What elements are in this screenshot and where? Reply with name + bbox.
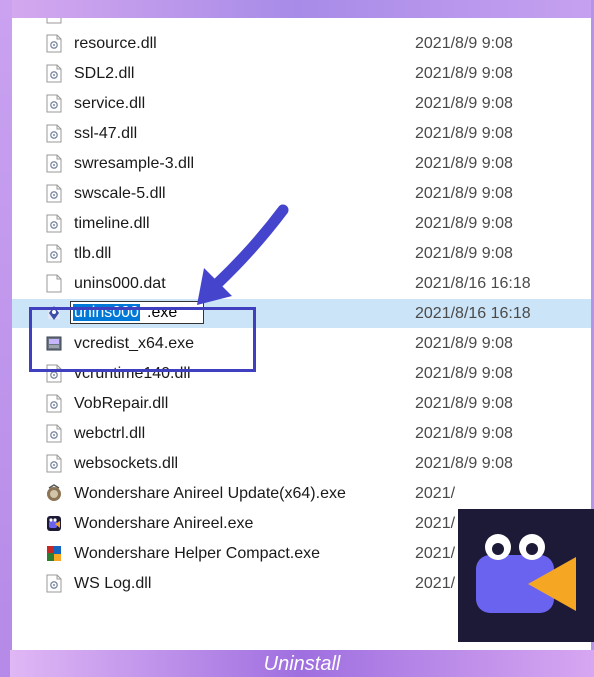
helper-exe-icon <box>47 546 61 561</box>
dll-file-icon <box>46 154 62 173</box>
file-date-modified: 2021/8/9 9:08 <box>415 125 513 142</box>
file-date-modified: 2021/ <box>415 575 456 592</box>
file-name: resource.dll <box>74 35 157 52</box>
file-date-modified: 2021/8/9 9:08 <box>415 95 513 112</box>
file-row[interactable]: webctrl.dll 2021/8/9 9:08 <box>12 419 591 448</box>
file-row[interactable]: unins000.dat 2021/8/16 16:18 <box>12 269 591 298</box>
file-row[interactable]: ssl-47.dll 2021/8/9 9:08 <box>12 119 591 148</box>
bottom-caption-bar: Uninstall <box>10 650 594 677</box>
file-row-partial[interactable] <box>12 18 591 29</box>
file-date-modified: 2021/8/9 9:08 <box>415 185 513 202</box>
file-date-modified: 2021/8/16 16:18 <box>415 305 531 322</box>
file-date-modified: 2021/8/9 9:08 <box>415 65 513 82</box>
dll-file-icon <box>46 244 62 263</box>
caption-uninstall: Uninstall <box>263 653 341 675</box>
file-name: WS Log.dll <box>74 575 152 592</box>
file-name: VobRepair.dll <box>74 395 169 412</box>
file-date-modified: 2021/8/9 9:08 <box>415 335 513 352</box>
file-row[interactable]: timeline.dll 2021/8/9 9:08 <box>12 209 591 238</box>
file-date-modified: 2021/8/9 9:08 <box>415 365 513 382</box>
file-name: SDL2.dll <box>74 65 135 82</box>
file-date-modified: 2021/ <box>415 515 456 532</box>
dll-file-icon <box>46 124 62 143</box>
anireel-camera-icon <box>476 534 576 613</box>
dll-file-icon <box>46 214 62 233</box>
anireel-app-icon <box>47 516 61 531</box>
file-date-modified: 2021/8/9 9:08 <box>415 455 513 472</box>
file-name: service.dll <box>74 95 146 112</box>
file-name: webctrl.dll <box>74 425 146 442</box>
file-date-modified: 2021/8/9 9:08 <box>415 215 513 232</box>
file-name: ssl-47.dll <box>74 125 138 142</box>
dll-file-icon <box>46 34 62 53</box>
file-row[interactable]: SDL2.dll 2021/8/9 9:08 <box>12 59 591 88</box>
file-row[interactable]: VobRepair.dll 2021/8/9 9:08 <box>12 389 591 418</box>
dll-file-icon <box>46 454 62 473</box>
file-name: swscale-5.dll <box>74 185 166 202</box>
file-name: Wondershare Anireel.exe <box>74 515 254 532</box>
dll-file-icon <box>46 424 62 443</box>
left-gradient-border <box>0 0 12 677</box>
file-date-modified: 2021/8/9 9:08 <box>415 395 513 412</box>
screenshot-frame: resource.dll 2021/8/9 9:08 SDL2.dll 2021/8/… <box>0 0 594 677</box>
file-date-modified: 2021/ <box>415 485 456 502</box>
file-name: Wondershare Anireel Update(x64).exe <box>74 485 346 502</box>
file-row[interactable]: service.dll 2021/8/9 9:08 <box>12 89 591 118</box>
dll-file-icon <box>46 574 62 593</box>
dat-file-icon <box>46 274 62 293</box>
file-row[interactable]: swscale-5.dll 2021/8/9 9:08 <box>12 179 591 208</box>
file-date-modified: 2021/8/9 9:08 <box>415 155 513 172</box>
file-name: unins000.dat <box>74 275 166 292</box>
file-name: swresample-3.dll <box>74 155 195 172</box>
file-name: Wondershare Helper Compact.exe <box>74 545 321 562</box>
file-name: tlb.dll <box>74 245 112 262</box>
dll-file-icon <box>46 394 62 413</box>
file-date-modified: 2021/8/9 9:08 <box>415 425 513 442</box>
file-name: timeline.dll <box>74 215 150 232</box>
anireel-logo <box>458 509 594 642</box>
update-exe-icon <box>47 484 61 501</box>
file-date-modified: 2021/8/9 9:08 <box>415 35 513 52</box>
file-row[interactable]: resource.dll 2021/8/9 9:08 <box>12 29 591 58</box>
dll-file-icon <box>46 184 62 203</box>
top-gradient-bar <box>0 0 594 18</box>
file-date-modified: 2021/8/16 16:18 <box>415 275 531 292</box>
file-row[interactable]: swresample-3.dll 2021/8/9 9:08 <box>12 149 591 178</box>
dll-file-icon <box>46 94 62 113</box>
dll-file-icon <box>46 18 62 24</box>
highlight-box <box>29 307 256 372</box>
file-date-modified: 2021/ <box>415 545 456 562</box>
file-row[interactable]: websockets.dll 2021/8/9 9:08 <box>12 449 591 478</box>
dll-file-icon <box>46 64 62 83</box>
file-date-modified: 2021/8/9 9:08 <box>415 245 513 262</box>
file-row[interactable]: tlb.dll 2021/8/9 9:08 <box>12 239 591 268</box>
file-row[interactable]: Wondershare Anireel Update(x64).exe 2021/ <box>12 479 591 508</box>
file-name: websockets.dll <box>74 455 179 472</box>
